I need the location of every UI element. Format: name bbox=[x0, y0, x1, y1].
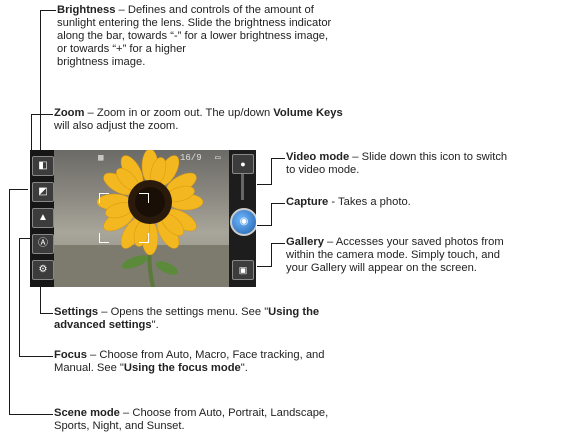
video-mode-toggle[interactable]: ● bbox=[232, 154, 254, 174]
mode-slider-track bbox=[241, 174, 244, 200]
video-mode-title: Video mode bbox=[286, 151, 350, 163]
zoom-icon: ◩ bbox=[38, 186, 48, 197]
video-mode-leader-bottom bbox=[257, 184, 272, 185]
brightness-text: – Defines and controls of the amount of bbox=[115, 4, 314, 16]
settings-title: Settings bbox=[54, 306, 99, 318]
zoom-button[interactable]: ◩ bbox=[32, 182, 54, 202]
brightness-text-4: or towards “+” for a higher bbox=[57, 43, 187, 55]
focus-link: Using the focus mode bbox=[123, 362, 241, 374]
focus-button[interactable]: Ⓐ bbox=[32, 234, 54, 254]
capture-annotation: Capture - Takes a photo. bbox=[286, 196, 411, 209]
focus-frame bbox=[99, 193, 149, 243]
settings-button[interactable]: ⚙ bbox=[32, 260, 54, 280]
volume-keys-text: Volume Keys bbox=[273, 107, 343, 119]
brightness-title: Brightness bbox=[57, 4, 116, 16]
brightness-icon: ◧ bbox=[38, 160, 48, 171]
focus-leader-vertical bbox=[19, 238, 20, 356]
zoom-annotation: Zoom – Zoom in or zoom out. The up/down … bbox=[54, 107, 343, 133]
settings-link-2: advanced settings bbox=[54, 319, 152, 331]
focus-text-3: ". bbox=[240, 362, 248, 374]
focus-leader-end bbox=[19, 356, 53, 357]
brightness-annotation: Brightness – Defines and controls of the… bbox=[57, 4, 331, 69]
focus-text-2: Manual. See " bbox=[54, 362, 124, 374]
camera-icon: ● bbox=[240, 159, 246, 169]
scene-mode-annotation: Scene mode – Choose from Auto, Portrait,… bbox=[54, 407, 328, 433]
brightness-button[interactable]: ◧ bbox=[32, 156, 54, 176]
scene-mode-text: – Choose from Auto, Portrait, Landscape, bbox=[119, 407, 329, 419]
gallery-leader bbox=[271, 243, 272, 267]
video-mode-text-2: to video mode. bbox=[286, 164, 360, 176]
video-mode-annotation: Video mode – Slide down this icon to swi… bbox=[286, 151, 507, 177]
zoom-title: Zoom bbox=[54, 107, 85, 119]
gear-icon: ⚙ bbox=[38, 264, 48, 275]
scene-leader bbox=[9, 189, 28, 190]
capture-button[interactable]: ◉ bbox=[230, 208, 256, 236]
focus-annotation: Focus – Choose from Auto, Macro, Face tr… bbox=[54, 349, 325, 375]
video-mode-leader bbox=[271, 158, 272, 184]
settings-annotation: Settings – Opens the settings menu. See … bbox=[54, 306, 319, 332]
scene-mode-text-2: Sports, Night, and Sunset. bbox=[54, 420, 185, 432]
scene-mode-button[interactable]: ▲ bbox=[32, 208, 54, 228]
settings-link: Using the bbox=[268, 306, 320, 318]
brightness-leader bbox=[40, 10, 56, 11]
focus-icon: Ⓐ bbox=[38, 238, 48, 249]
capture-leader-top bbox=[271, 203, 285, 204]
focus-title: Focus bbox=[54, 349, 87, 361]
zoom-leader bbox=[31, 114, 53, 115]
storage-icon: ▭ bbox=[215, 153, 221, 163]
gallery-leader-top bbox=[271, 243, 285, 244]
gallery-text: – Accesses your saved photos from bbox=[323, 236, 504, 248]
left-toolbar: ◧ ◩ ▲ Ⓐ ⚙ bbox=[30, 150, 54, 287]
capture-title: Capture bbox=[286, 196, 329, 208]
gallery-annotation: Gallery – Accesses your saved photos fro… bbox=[286, 236, 504, 275]
scene-mode-title: Scene mode bbox=[54, 407, 120, 419]
video-mode-leader-top bbox=[271, 158, 285, 159]
right-toolbar: ● ◉ ▣ bbox=[229, 150, 256, 287]
capture-leader bbox=[271, 203, 272, 226]
focus-leader bbox=[19, 238, 30, 239]
shutter-icon: ◉ bbox=[239, 216, 249, 227]
capture-leader-bottom bbox=[257, 225, 272, 226]
video-mode-text: – Slide down this icon to switch bbox=[349, 151, 508, 163]
gallery-text-3: your Gallery will appear on the screen. bbox=[286, 262, 477, 274]
gallery-title: Gallery bbox=[286, 236, 324, 248]
gallery-leader-bottom bbox=[257, 266, 272, 267]
gallery-icon: ▣ bbox=[238, 265, 248, 275]
settings-text-2: ". bbox=[151, 319, 159, 331]
settings-text: – Opens the settings menu. See " bbox=[98, 306, 269, 318]
gallery-button[interactable]: ▣ bbox=[232, 260, 254, 280]
landscape-icon: ▲ bbox=[38, 212, 48, 223]
shots-counter: 16/9 bbox=[180, 153, 202, 163]
zoom-text-2: will also adjust the zoom. bbox=[54, 120, 179, 132]
camera-preview: ▦ 16/9 ▭ ◧ ◩ ▲ Ⓐ ⚙ ● ◉ ▣ bbox=[30, 150, 256, 287]
scene-leader-vertical bbox=[9, 189, 10, 415]
brightness-text-2: sunlight entering the lens. Slide the br… bbox=[57, 17, 332, 29]
gallery-text-2: within the camera mode. Simply touch, an… bbox=[286, 249, 500, 261]
brightness-text-5: brightness image. bbox=[57, 56, 146, 68]
scene-leader-end bbox=[9, 414, 53, 415]
resolution-icon: ▦ bbox=[98, 153, 104, 163]
focus-text: – Choose from Auto, Macro, Face tracking… bbox=[86, 349, 325, 361]
brightness-leader-vertical bbox=[40, 10, 41, 158]
settings-leader-end bbox=[40, 313, 53, 314]
brightness-text-3: along the bar, towards “-” for a lower b… bbox=[57, 30, 329, 42]
zoom-text: – Zoom in or zoom out. The up/down bbox=[84, 107, 274, 119]
capture-text: - Takes a photo. bbox=[328, 196, 411, 208]
